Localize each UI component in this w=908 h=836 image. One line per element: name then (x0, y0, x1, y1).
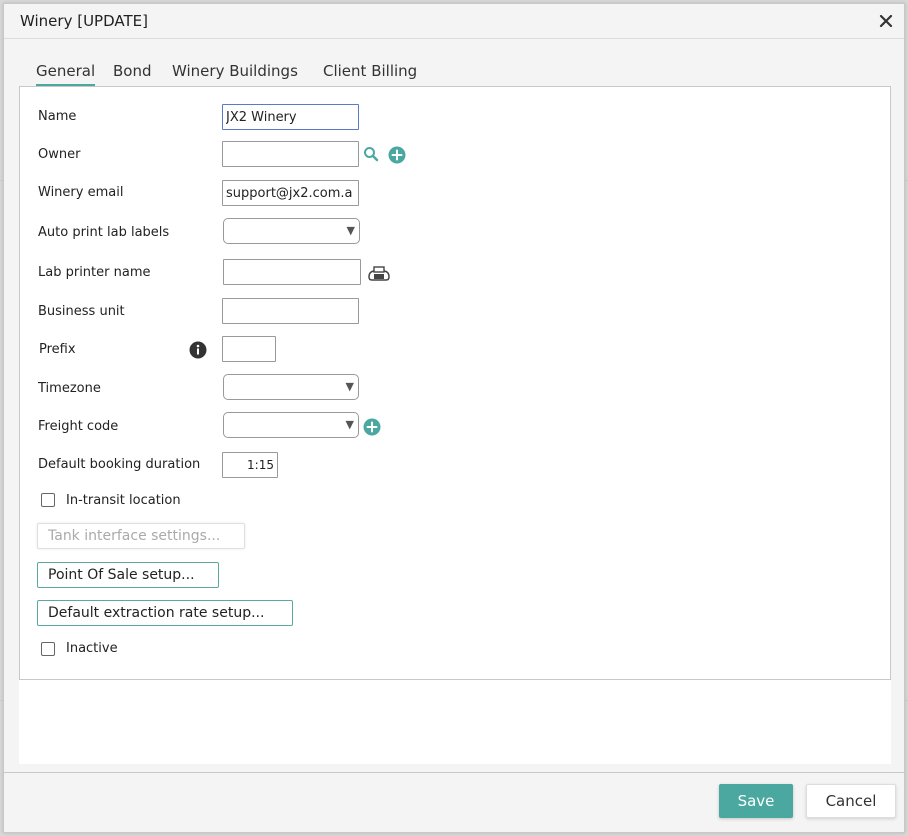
close-icon[interactable] (878, 13, 894, 29)
printer-icon[interactable] (367, 265, 391, 281)
dialog-title: Winery [UPDATE] (20, 12, 148, 30)
freight-code-select[interactable]: ▼ (223, 412, 359, 438)
cancel-button[interactable]: Cancel (806, 784, 896, 818)
business-unit-label: Business unit (38, 304, 125, 319)
winery-email-input[interactable] (222, 180, 359, 206)
in-transit-location-label: In-transit location (66, 493, 181, 508)
default-extraction-rate-setup-button[interactable]: Default extraction rate setup... (37, 600, 293, 626)
auto-print-lab-labels-label: Auto print lab labels (38, 225, 170, 240)
point-of-sale-setup-button[interactable]: Point Of Sale setup... (37, 562, 219, 588)
tab-client-billing[interactable]: Client Billing (323, 62, 417, 84)
owner-input[interactable] (222, 141, 359, 167)
prefix-label: Prefix (39, 342, 76, 357)
dropdown-arrow-icon: ▼ (345, 418, 354, 431)
lab-printer-name-input[interactable] (223, 259, 361, 285)
freight-code-label: Freight code (38, 419, 119, 434)
winery-update-dialog: Winery [UPDATE] General Bond Winery Buil… (3, 3, 905, 833)
owner-label: Owner (38, 147, 81, 162)
search-icon[interactable] (363, 146, 379, 162)
winery-email-label: Winery email (38, 185, 124, 200)
info-icon[interactable] (189, 341, 207, 359)
lab-printer-name-label: Lab printer name (38, 265, 151, 280)
tab-general[interactable]: General (36, 62, 96, 86)
timezone-label: Timezone (38, 381, 101, 396)
name-label: Name (38, 109, 77, 124)
tank-interface-settings-button[interactable]: Tank interface settings... (37, 523, 245, 549)
tab-bond[interactable]: Bond (113, 62, 152, 84)
general-panel (19, 86, 891, 680)
add-circle-icon[interactable] (388, 146, 406, 164)
prefix-input[interactable] (222, 336, 276, 362)
default-booking-duration-label: Default booking duration (38, 457, 201, 472)
dialog-titlebar: Winery [UPDATE] (4, 4, 904, 39)
add-circle-icon[interactable] (363, 418, 381, 436)
timezone-select[interactable]: ▼ (223, 374, 359, 400)
footer-divider (4, 772, 904, 773)
inactive-label: Inactive (66, 641, 118, 656)
default-booking-duration-input[interactable] (222, 452, 278, 478)
name-input[interactable] (222, 104, 359, 130)
auto-print-lab-labels-select[interactable]: ▼ (223, 218, 360, 244)
dropdown-arrow-icon: ▼ (346, 224, 355, 237)
dropdown-arrow-icon: ▼ (345, 380, 354, 393)
in-transit-location-checkbox[interactable] (41, 493, 55, 507)
tab-winery-buildings[interactable]: Winery Buildings (172, 62, 298, 84)
business-unit-input[interactable] (222, 298, 359, 324)
save-button[interactable]: Save (719, 784, 793, 818)
inactive-checkbox[interactable] (41, 642, 55, 656)
